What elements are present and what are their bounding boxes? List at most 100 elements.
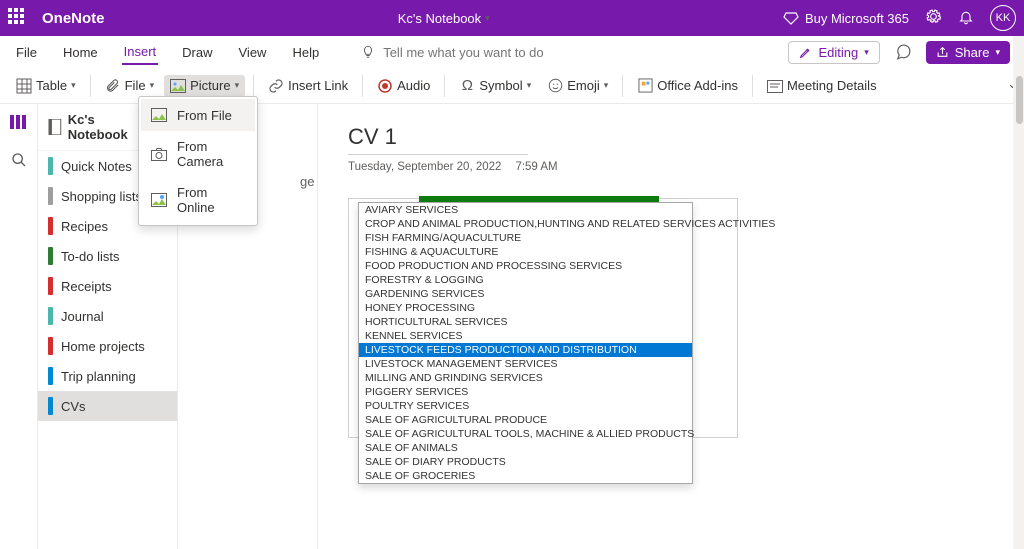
dropdown-option[interactable]: PIGGERY SERVICES bbox=[359, 385, 692, 399]
dropdown-option[interactable]: KENNEL SERVICES bbox=[359, 329, 692, 343]
chevron-down-icon: ▾ bbox=[71, 80, 76, 91]
separator bbox=[253, 75, 254, 97]
link-icon bbox=[268, 78, 284, 94]
section-color-bar bbox=[48, 307, 53, 325]
audio-button[interactable]: Audio bbox=[371, 75, 436, 97]
section-item[interactable]: CVs bbox=[38, 391, 177, 421]
file-image-icon bbox=[151, 107, 167, 123]
menu-item-file[interactable]: File bbox=[14, 41, 39, 64]
buy-microsoft-button[interactable]: Buy Microsoft 365 bbox=[783, 10, 909, 26]
dropdown-option[interactable]: POULTRY SERVICES bbox=[359, 399, 692, 413]
dropdown-option[interactable]: FISH FARMING/AQUACULTURE bbox=[359, 231, 692, 245]
comments-icon[interactable] bbox=[892, 41, 914, 63]
emoji-button[interactable]: Emoji ▾ bbox=[541, 75, 614, 97]
share-label: Share bbox=[955, 45, 990, 60]
menu-item-draw[interactable]: Draw bbox=[180, 41, 214, 64]
insert-link-label: Insert Link bbox=[288, 78, 348, 93]
dropdown-option[interactable]: LIVESTOCK FEEDS PRODUCTION AND DISTRIBUT… bbox=[359, 343, 692, 357]
picture-from-file[interactable]: From File bbox=[141, 99, 255, 131]
picture-button[interactable]: Picture ▾ bbox=[164, 75, 245, 97]
dropdown-option[interactable]: FOOD PRODUCTION AND PROCESSING SERVICES bbox=[359, 259, 692, 273]
vertical-scrollbar[interactable] bbox=[1013, 36, 1024, 549]
section-item[interactable]: Trip planning bbox=[38, 361, 177, 391]
symbol-button[interactable]: Ω Symbol ▾ bbox=[453, 75, 537, 97]
chevron-down-icon: ▾ bbox=[150, 80, 155, 91]
avatar[interactable]: KK bbox=[990, 5, 1016, 31]
section-label: To-do lists bbox=[61, 249, 120, 264]
insert-link-button[interactable]: Insert Link bbox=[262, 75, 354, 97]
section-color-bar bbox=[48, 187, 53, 205]
camera-icon bbox=[151, 146, 167, 162]
separator bbox=[444, 75, 445, 97]
section-label: Recipes bbox=[61, 219, 108, 234]
dropdown-option[interactable]: CROP AND ANIMAL PRODUCTION,HUNTING AND R… bbox=[359, 217, 692, 231]
scrollbar-thumb[interactable] bbox=[1016, 76, 1023, 124]
search-input[interactable] bbox=[383, 45, 563, 60]
menu-item-view[interactable]: View bbox=[237, 41, 269, 64]
dropdown-option[interactable]: SALE OF GROCERIES bbox=[359, 469, 692, 483]
section-color-bar bbox=[48, 337, 53, 355]
app-launcher-icon[interactable] bbox=[8, 8, 28, 28]
chevron-down-icon: ▾ bbox=[864, 47, 869, 58]
separator bbox=[752, 75, 753, 97]
page-content[interactable]: CV 1 Tuesday, September 20, 2022 7:59 AM… bbox=[318, 104, 1024, 549]
emoji-icon bbox=[547, 78, 563, 94]
table-icon bbox=[16, 78, 32, 94]
chevron-down-icon: ▾ bbox=[527, 80, 532, 91]
section-item[interactable]: Home projects bbox=[38, 331, 177, 361]
office-addins-button[interactable]: Office Add-ins bbox=[631, 75, 744, 97]
share-button[interactable]: Share ▾ bbox=[926, 41, 1010, 64]
chevron-down-icon: ▾ bbox=[485, 13, 490, 24]
menu-item-help[interactable]: Help bbox=[290, 41, 321, 64]
emoji-label: Emoji bbox=[567, 78, 600, 93]
section-label: Home projects bbox=[61, 339, 145, 354]
dropdown-option[interactable]: SALE OF AGRICULTURAL PRODUCE bbox=[359, 413, 692, 427]
dropdown-option[interactable]: HORTICULTURAL SERVICES bbox=[359, 315, 692, 329]
dropdown-option[interactable]: GARDENING SERVICES bbox=[359, 287, 692, 301]
section-item[interactable]: To-do lists bbox=[38, 241, 177, 271]
picture-dropdown-menu: From File From Camera From Online bbox=[138, 96, 258, 226]
online-image-icon bbox=[151, 192, 167, 208]
file-button[interactable]: File ▾ bbox=[99, 75, 160, 97]
separator bbox=[622, 75, 623, 97]
settings-icon[interactable] bbox=[925, 8, 942, 28]
section-label: Quick Notes bbox=[61, 159, 132, 174]
addins-icon bbox=[637, 78, 653, 94]
dropdown-option[interactable]: FORESTRY & LOGGING bbox=[359, 273, 692, 287]
dropdown-option[interactable]: HONEY PROCESSING bbox=[359, 301, 692, 315]
symbol-label: Symbol bbox=[479, 78, 522, 93]
dropdown-option[interactable]: SALE OF AGRICULTURAL TOOLS, MACHINE & AL… bbox=[359, 427, 692, 441]
chevron-down-icon: ▾ bbox=[235, 80, 240, 91]
bell-icon[interactable] bbox=[958, 9, 974, 28]
dropdown-option[interactable]: SALE OF DIARY PRODUCTS bbox=[359, 455, 692, 469]
picture-from-camera[interactable]: From Camera bbox=[141, 131, 255, 177]
dropdown-option[interactable]: AVIARY SERVICES bbox=[359, 203, 692, 217]
diamond-icon bbox=[783, 10, 799, 26]
table-label: Table bbox=[36, 78, 67, 93]
page-title[interactable]: CV 1 bbox=[348, 122, 528, 155]
editing-mode-dropdown[interactable]: Editing ▾ bbox=[788, 41, 879, 64]
dropdown-option[interactable]: MILLING AND GRINDING SERVICES bbox=[359, 371, 692, 385]
embedded-dropdown-list[interactable]: AVIARY SERVICESCROP AND ANIMAL PRODUCTIO… bbox=[358, 202, 693, 484]
pencil-icon bbox=[799, 46, 812, 59]
menu-item-insert[interactable]: Insert bbox=[122, 40, 159, 65]
dropdown-option[interactable]: FISHING & AQUACULTURE bbox=[359, 245, 692, 259]
notebook-title-text: Kc's Notebook bbox=[398, 11, 481, 26]
notebook-title-dropdown[interactable]: Kc's Notebook ▾ bbox=[105, 11, 783, 26]
search-rail-icon[interactable] bbox=[9, 150, 29, 170]
chevron-down-icon: ▾ bbox=[995, 47, 1000, 58]
section-label: Trip planning bbox=[61, 369, 136, 384]
meeting-icon bbox=[767, 78, 783, 94]
dropdown-option[interactable]: SALE OF ANIMALS bbox=[359, 441, 692, 455]
section-label: Shopping lists bbox=[61, 189, 142, 204]
picture-from-online[interactable]: From Online bbox=[141, 177, 255, 223]
section-item[interactable]: Journal bbox=[38, 301, 177, 331]
meeting-details-button[interactable]: Meeting Details bbox=[761, 75, 883, 97]
section-item[interactable]: Receipts bbox=[38, 271, 177, 301]
notebooks-rail-icon[interactable] bbox=[9, 112, 29, 132]
record-icon bbox=[377, 78, 393, 94]
dropdown-option[interactable]: LIVESTOCK MANAGEMENT SERVICES bbox=[359, 357, 692, 371]
menu-item-home[interactable]: Home bbox=[61, 41, 100, 64]
table-button[interactable]: Table ▾ bbox=[10, 75, 82, 97]
app-name: OneNote bbox=[42, 10, 105, 27]
